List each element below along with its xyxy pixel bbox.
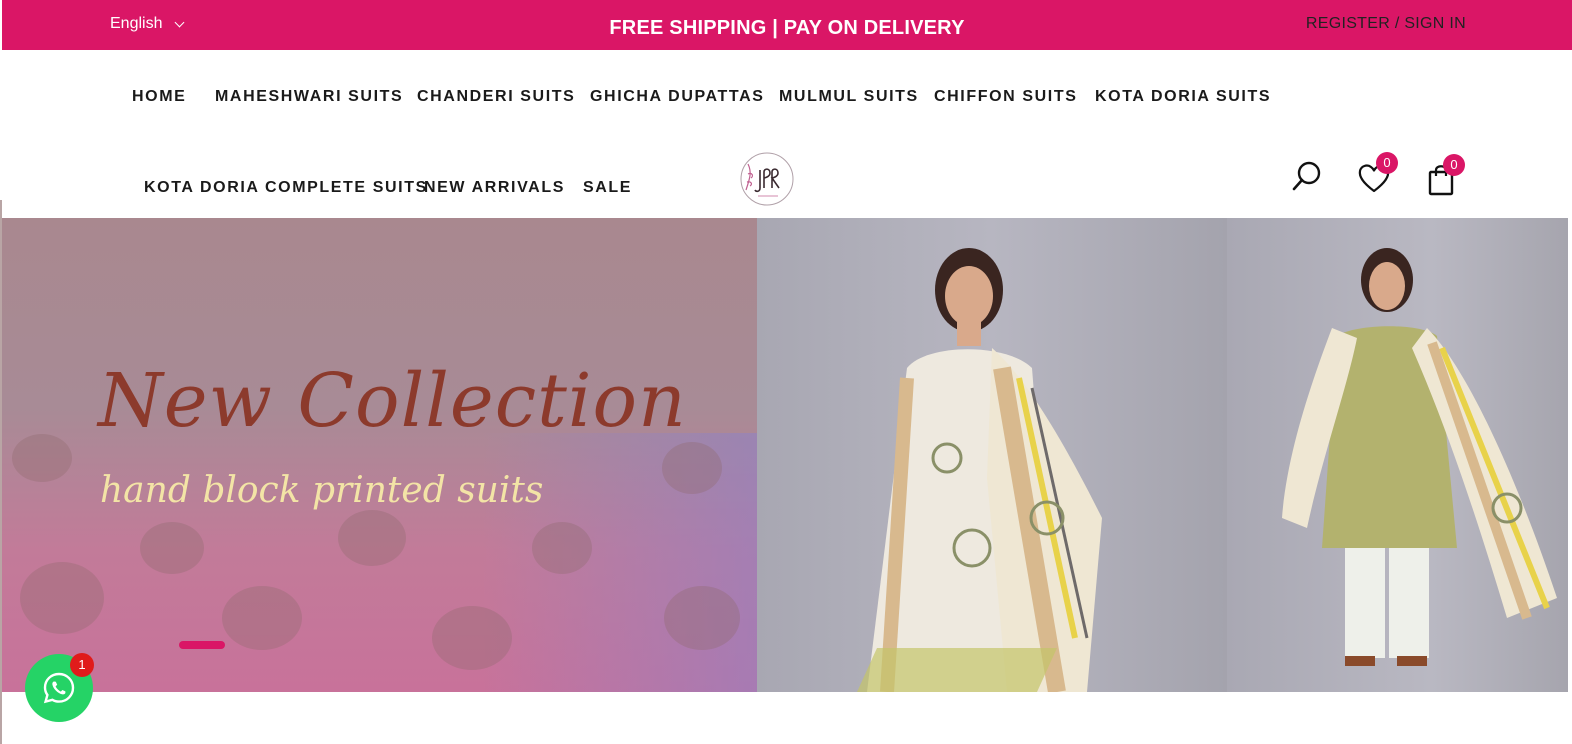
nav-item-ghicha-dupattas[interactable]: GHICHA DUPATTAS (590, 88, 765, 106)
hero-model-image-2 (1227, 218, 1568, 692)
nav-item-chiffon-suits[interactable]: CHIFFON SUITS (934, 88, 1077, 106)
floral-pattern (12, 434, 740, 670)
sign-in-link[interactable]: SIGN IN (1404, 15, 1466, 32)
logo-mark (740, 152, 794, 206)
nav-item-maheshwari-suits[interactable]: MAHESHWARI SUITS (215, 88, 403, 106)
wishlist-count-badge: 0 (1376, 152, 1398, 174)
main-navigation: HOME MAHESHWARI SUITS CHANDERI SUITS GHI… (0, 50, 1572, 218)
nav-item-kota-doria-suits[interactable]: KOTA DORIA SUITS (1095, 88, 1271, 106)
cart-count-badge: 0 (1443, 154, 1465, 176)
account-links: REGISTER / SIGN IN (1306, 15, 1466, 33)
nav-item-kota-doria-complete-suits[interactable]: KOTA DORIA COMPLETE SUITS (144, 179, 428, 197)
account-separator: / (1390, 15, 1405, 32)
hero-subtitle: hand block printed suits (100, 470, 544, 511)
nav-item-mulmul-suits[interactable]: MULMUL SUITS (779, 88, 919, 106)
hero-title: New Collection (98, 358, 687, 444)
nav-item-sale[interactable]: SALE (583, 179, 632, 197)
hero-model-image-1 (757, 218, 1227, 692)
brand-logo[interactable] (738, 150, 796, 208)
hero-banner[interactable]: New Collection hand block printed suits (2, 218, 1568, 692)
slider-indicator-active[interactable] (179, 641, 225, 649)
nav-item-home[interactable]: HOME (132, 88, 186, 106)
hero-background-panel: New Collection hand block printed suits (2, 218, 757, 692)
nav-item-chanderi-suits[interactable]: CHANDERI SUITS (417, 88, 575, 106)
announcement-bar: English FREE SHIPPING | PAY ON DELIVERY … (2, 0, 1572, 50)
whatsapp-notification-badge: 1 (70, 653, 94, 677)
register-link[interactable]: REGISTER (1306, 15, 1390, 32)
nav-item-new-arrivals[interactable]: NEW ARRIVALS (424, 179, 565, 197)
whatsapp-icon (43, 672, 75, 704)
search-icon[interactable] (1290, 158, 1324, 194)
